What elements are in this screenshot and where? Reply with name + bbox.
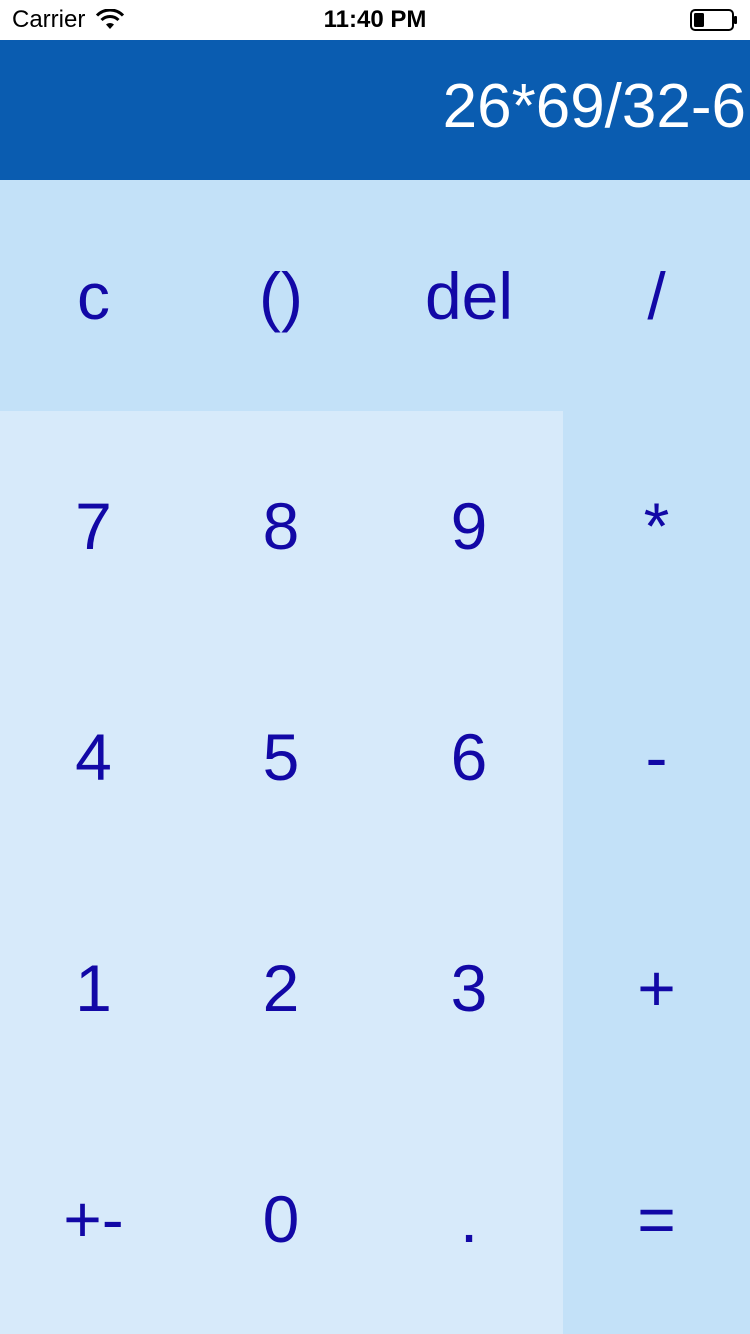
digit-7-button[interactable]: 7 bbox=[0, 411, 187, 641]
plus-button[interactable]: + bbox=[563, 872, 750, 1103]
battery-low-icon bbox=[690, 9, 737, 31]
status-bar: Carrier 11:40 PM bbox=[0, 0, 750, 40]
digit-6-button[interactable]: 6 bbox=[375, 641, 563, 872]
sign-toggle-button[interactable]: +- bbox=[0, 1103, 187, 1334]
parentheses-button[interactable]: () bbox=[187, 180, 375, 411]
delete-button[interactable]: del bbox=[375, 180, 563, 411]
digit-8-button[interactable]: 8 bbox=[187, 411, 375, 641]
digit-0-button[interactable]: 0 bbox=[187, 1103, 375, 1334]
digit-5-button[interactable]: 5 bbox=[187, 641, 375, 872]
equals-button[interactable]: = bbox=[563, 1103, 750, 1334]
expression-readout: 26*69/32-6 bbox=[442, 72, 746, 141]
digit-3-button[interactable]: 3 bbox=[375, 872, 563, 1103]
keypad: c () del / 7 8 9 * 4 5 6 - 1 2 3 + +- 0 … bbox=[0, 180, 750, 1334]
digit-9-button[interactable]: 9 bbox=[375, 411, 563, 641]
status-time: 11:40 PM bbox=[323, 6, 427, 33]
divide-button[interactable]: / bbox=[563, 180, 750, 411]
multiply-button[interactable]: * bbox=[563, 411, 750, 641]
digit-1-button[interactable]: 1 bbox=[0, 872, 187, 1103]
digit-4-button[interactable]: 4 bbox=[0, 641, 187, 872]
clear-button[interactable]: c bbox=[0, 180, 187, 411]
minus-button[interactable]: - bbox=[563, 641, 750, 872]
decimal-point-button[interactable]: . bbox=[375, 1103, 563, 1334]
digit-2-button[interactable]: 2 bbox=[187, 872, 375, 1103]
calculator-display: 26*69/32-6 bbox=[0, 40, 750, 180]
